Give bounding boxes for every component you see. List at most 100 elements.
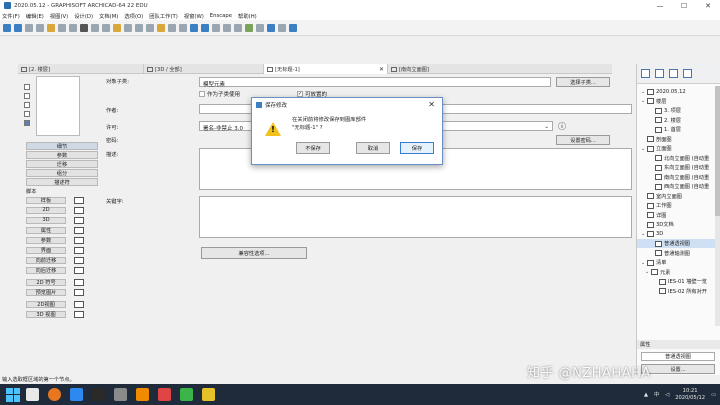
navigator-item[interactable]: 1. 首层: [637, 125, 715, 134]
eyedropper-icon[interactable]: [36, 23, 44, 32]
pencil-icon[interactable]: [25, 23, 33, 32]
layout-book-icon[interactable]: [669, 69, 678, 78]
script-3d-button[interactable]: 3D: [26, 216, 66, 224]
navigator-item[interactable]: 室内立面图: [637, 192, 715, 201]
navigator-item[interactable]: 3. 项层: [637, 106, 715, 115]
select-subtype-button[interactable]: 选择子类...: [556, 77, 610, 87]
image-preview-icon[interactable]: [24, 120, 30, 126]
wechat-icon[interactable]: [180, 388, 193, 401]
navigator-item[interactable]: IES-01 墙壁一览: [637, 277, 715, 286]
navigator-item[interactable]: ⌄ 3D: [637, 230, 715, 239]
navigator-item[interactable]: 北向立面图 (自动重: [637, 154, 715, 163]
publisher-icon[interactable]: [683, 69, 692, 78]
volume-icon[interactable]: ◁: [665, 392, 669, 398]
script-2d-button[interactable]: 2D: [26, 206, 66, 214]
firefox-icon[interactable]: [48, 388, 61, 401]
navigator-item[interactable]: ⌄ 清单: [637, 258, 715, 267]
scrollbar-thumb[interactable]: [715, 86, 720, 216]
view-map-icon[interactable]: [655, 69, 664, 78]
maximize-button[interactable]: ☐: [672, 0, 696, 11]
pointer-icon[interactable]: [47, 23, 55, 32]
menu-view[interactable]: 视图(V): [50, 12, 68, 20]
category-migration-button[interactable]: 迁移: [26, 160, 98, 168]
cancel-button[interactable]: 取消: [356, 142, 390, 154]
fit-window-icon[interactable]: [212, 23, 220, 32]
snap-icon[interactable]: [91, 23, 99, 32]
cloud-icon[interactable]: [289, 23, 297, 32]
menu-design[interactable]: 设计(D): [74, 12, 93, 20]
close-window-button[interactable]: ✕: [696, 0, 720, 11]
2d-symbol-button[interactable]: 2D 符号: [26, 278, 66, 286]
2d-view-button[interactable]: 2D视图: [26, 300, 66, 308]
dialog-close-icon[interactable]: ✕: [428, 100, 435, 109]
menu-edit[interactable]: 编辑(E): [26, 12, 44, 20]
use-as-subtype-checkbox[interactable]: [199, 91, 205, 97]
network-icon[interactable]: ▲: [644, 392, 648, 398]
group-icon[interactable]: [168, 23, 176, 32]
layer-icon[interactable]: [113, 23, 121, 32]
tab-untitled-1[interactable]: [无标题-1] ✕: [264, 64, 388, 74]
rotate-icon[interactable]: [124, 23, 132, 32]
category-descriptors-button[interactable]: 描述符: [26, 178, 98, 186]
notes-icon[interactable]: [202, 388, 215, 401]
notification-icon[interactable]: ▭: [711, 392, 716, 398]
archicad-taskbar-icon[interactable]: [70, 388, 83, 401]
menu-teamwork[interactable]: 团队工作(T): [149, 12, 178, 20]
script-property-button[interactable]: 属性: [26, 226, 66, 234]
script-backward-migration-button[interactable]: 向后迁移: [26, 266, 66, 274]
pan-icon[interactable]: [223, 23, 231, 32]
offset-icon[interactable]: [146, 23, 154, 32]
menu-window[interactable]: 视窗(W): [184, 12, 204, 20]
dont-save-button[interactable]: 不保存: [296, 142, 330, 154]
zoom-in-icon[interactable]: [190, 23, 198, 32]
media-app-icon[interactable]: [92, 388, 105, 401]
menu-file[interactable]: 文件(F): [2, 12, 20, 20]
view-settings-button[interactable]: 设置...: [641, 364, 715, 374]
menu-enscape[interactable]: Enscape: [210, 13, 232, 19]
category-details-button[interactable]: 细节: [26, 142, 98, 150]
info-icon[interactable]: ⓘ: [558, 121, 566, 132]
compatibility-options-button[interactable]: 兼容性选项...: [201, 247, 307, 259]
close-tab-icon[interactable]: ✕: [379, 66, 384, 73]
save-button[interactable]: 保存: [400, 142, 434, 154]
navigator-item[interactable]: 工作图: [637, 201, 715, 210]
navigator-item[interactable]: 3D文档: [637, 220, 715, 229]
set-password-button[interactable]: 设置密码...: [556, 135, 610, 145]
navigator-item[interactable]: ⌄ 立面图: [637, 144, 715, 153]
use-as-subtype-option[interactable]: 作为子类使用: [199, 90, 240, 98]
filter-icon[interactable]: [179, 23, 187, 32]
tab-south-elevation[interactable]: [南向立面图]: [388, 64, 612, 74]
navigator-item[interactable]: 普通轴测图: [637, 249, 715, 258]
windows-start-icon[interactable]: [6, 387, 20, 402]
navigator-scrollbar[interactable]: [715, 86, 720, 326]
tab-floor-2[interactable]: [2. 楼层]: [18, 64, 144, 74]
plan-preview-icon[interactable]: [24, 84, 30, 90]
navigator-item[interactable]: 东向立面图 (自动重: [637, 163, 715, 172]
project-map-icon[interactable]: [641, 69, 650, 78]
navigator-item[interactable]: 普通透视图: [637, 239, 715, 248]
grid-icon[interactable]: [80, 23, 88, 32]
navigator-item[interactable]: ⌄ 元素: [637, 268, 715, 277]
tab-3d-all[interactable]: [3D / 全部]: [144, 64, 264, 74]
3d-view-button[interactable]: 3D 视图: [26, 310, 66, 318]
camera-icon[interactable]: [267, 23, 275, 32]
navigator-item[interactable]: 西向立面图 (自动重: [637, 182, 715, 191]
navigator-item[interactable]: ⌄ 2020.05.12: [637, 87, 715, 96]
category-components-button[interactable]: 组分: [26, 169, 98, 177]
settings-icon[interactable]: [278, 23, 286, 32]
lock-icon[interactable]: [157, 23, 165, 32]
pen-icon[interactable]: [69, 23, 77, 32]
script-master-button[interactable]: 样板: [26, 196, 66, 204]
minimize-button[interactable]: —: [648, 0, 672, 11]
navigator-item[interactable]: 2. 楼层: [637, 116, 715, 125]
navigator-item[interactable]: 详图: [637, 211, 715, 220]
3d-preview-icon[interactable]: [24, 111, 30, 117]
render-icon[interactable]: [256, 23, 264, 32]
navigator-item[interactable]: 剖面图: [637, 135, 715, 144]
navigator-item[interactable]: ⌄ 楼层: [637, 97, 715, 106]
3d-view-icon[interactable]: [245, 23, 253, 32]
files-icon[interactable]: [114, 388, 127, 401]
navigator-item[interactable]: IES-02 所有对开: [637, 287, 715, 296]
menu-document[interactable]: 文档(M): [99, 12, 118, 20]
menu-help[interactable]: 帮助(H): [238, 12, 257, 20]
